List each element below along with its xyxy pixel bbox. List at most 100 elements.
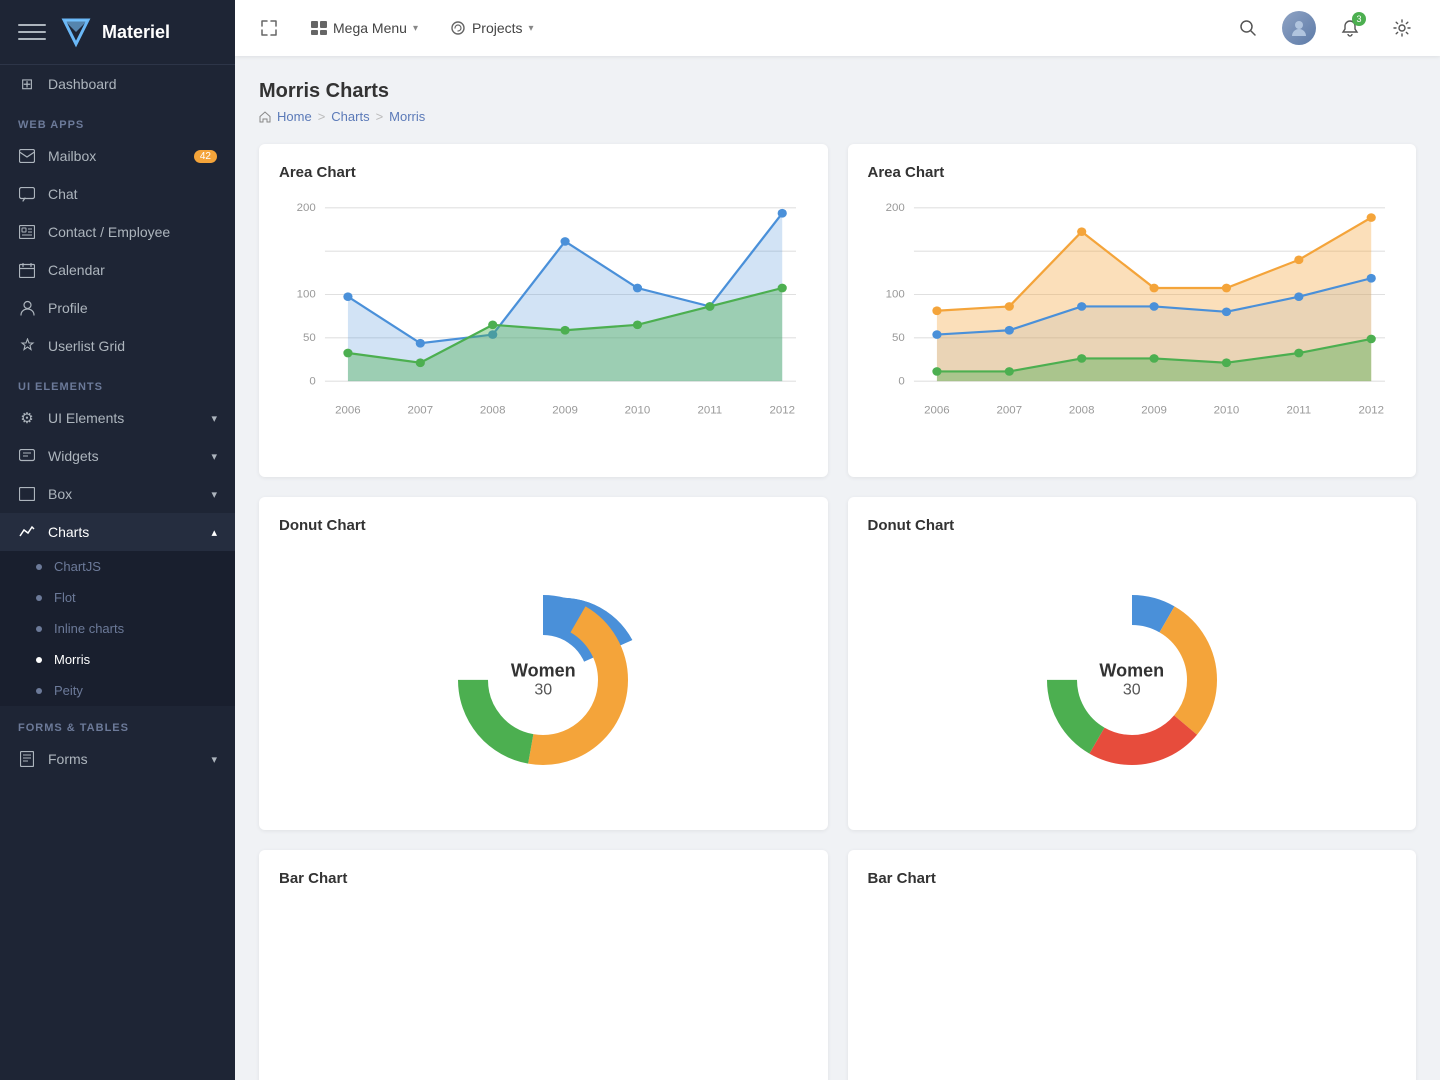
donut-chart-2-card: Donut Chart Women bbox=[848, 497, 1417, 830]
svg-text:0: 0 bbox=[898, 376, 904, 388]
breadcrumb-current: Morris bbox=[389, 109, 425, 124]
sidebar-item-label: Dashboard bbox=[48, 76, 117, 92]
donut-chart-2: Women 30 bbox=[868, 550, 1397, 810]
ui-elements-arrow: ▾ bbox=[211, 412, 217, 425]
area-chart-2: 200 100 50 0 2006 2007 2008 2009 2010 20… bbox=[868, 197, 1397, 457]
settings-button[interactable] bbox=[1384, 10, 1420, 46]
sidebar-item-ui-elements[interactable]: ⚙ UI Elements ▾ bbox=[0, 399, 235, 437]
mega-menu-label: Mega Menu bbox=[333, 20, 407, 36]
sidebar-item-mailbox[interactable]: Mailbox 42 bbox=[0, 137, 235, 175]
svg-text:2009: 2009 bbox=[1141, 405, 1167, 417]
svg-text:2010: 2010 bbox=[625, 405, 651, 417]
svg-text:2006: 2006 bbox=[924, 405, 950, 417]
sub-item-label: Peity bbox=[54, 683, 83, 698]
section-ui-elements: UI Elements bbox=[0, 365, 235, 399]
inline-charts-dot bbox=[36, 626, 42, 632]
svg-text:2007: 2007 bbox=[408, 405, 434, 417]
sidebar-item-widgets[interactable]: Widgets ▾ bbox=[0, 437, 235, 475]
charts-arrow: ▴ bbox=[211, 526, 217, 539]
forms-arrow: ▾ bbox=[211, 753, 217, 766]
sidebar-item-forms[interactable]: Forms ▾ bbox=[0, 740, 235, 778]
sidebar-item-dashboard[interactable]: ⊞ Dashboard bbox=[0, 65, 235, 103]
sidebar-logo: Materiel bbox=[0, 0, 235, 65]
bar-chart-2-title: Bar Chart bbox=[868, 870, 1397, 887]
charts-sub-items: ChartJS Flot Inline charts Morris Peity bbox=[0, 551, 235, 706]
userlist-icon bbox=[18, 337, 36, 355]
svg-text:100: 100 bbox=[297, 289, 316, 301]
box-arrow: ▾ bbox=[211, 488, 217, 501]
area-chart-1: 200 100 50 0 2006 2007 2008 2009 2010 20… bbox=[279, 197, 808, 457]
user-avatar[interactable] bbox=[1282, 11, 1316, 45]
projects-arrow: ▾ bbox=[529, 23, 534, 34]
sidebar-item-box[interactable]: Box ▾ bbox=[0, 475, 235, 513]
area-chart-1-card: Area Chart 200 100 50 0 bbox=[259, 144, 828, 477]
ui-elements-icon: ⚙ bbox=[18, 409, 36, 427]
svg-text:2011: 2011 bbox=[1286, 405, 1311, 417]
contact-icon bbox=[18, 223, 36, 241]
donut-2-label: Women bbox=[1099, 661, 1164, 682]
projects-label: Projects bbox=[472, 20, 523, 36]
topbar: Mega Menu ▾ Projects ▾ 3 bbox=[235, 0, 1440, 56]
sidebar-item-chat[interactable]: Chat bbox=[0, 175, 235, 213]
flot-dot bbox=[36, 595, 42, 601]
mega-menu-icon bbox=[311, 21, 327, 35]
profile-icon bbox=[18, 299, 36, 317]
sidebar-item-label: Chat bbox=[48, 186, 78, 202]
calendar-icon bbox=[18, 261, 36, 279]
section-forms-tables: Forms & Tables bbox=[0, 706, 235, 740]
sub-item-peity[interactable]: Peity bbox=[0, 675, 235, 706]
sidebar-item-contact-employee[interactable]: Contact / Employee bbox=[0, 213, 235, 251]
svg-text:2007: 2007 bbox=[996, 405, 1022, 417]
projects-button[interactable]: Projects ▾ bbox=[438, 14, 546, 42]
sidebar-item-calendar[interactable]: Calendar bbox=[0, 251, 235, 289]
sidebar: Materiel ⊞ Dashboard Web Apps Mailbox 42… bbox=[0, 0, 235, 1080]
sub-item-morris[interactable]: Morris bbox=[0, 644, 235, 675]
svg-text:2011: 2011 bbox=[697, 405, 722, 417]
sidebar-item-label: Forms bbox=[48, 751, 88, 767]
sidebar-item-userlist-grid[interactable]: Userlist Grid bbox=[0, 327, 235, 365]
sidebar-item-label: Contact / Employee bbox=[48, 224, 170, 240]
expand-button[interactable] bbox=[255, 14, 283, 42]
home-icon bbox=[259, 111, 271, 123]
svg-text:100: 100 bbox=[885, 289, 904, 301]
svg-text:50: 50 bbox=[303, 332, 316, 344]
area-chart-2-title: Area Chart bbox=[868, 164, 1397, 181]
sub-item-label: ChartJS bbox=[54, 559, 101, 574]
forms-icon bbox=[18, 750, 36, 768]
donut-1-label: Women bbox=[511, 661, 576, 682]
sidebar-item-profile[interactable]: Profile bbox=[0, 289, 235, 327]
breadcrumb-home[interactable]: Home bbox=[277, 109, 312, 124]
sub-item-label: Morris bbox=[54, 652, 90, 667]
sub-item-flot[interactable]: Flot bbox=[0, 582, 235, 613]
notifications-button[interactable]: 3 bbox=[1332, 10, 1368, 46]
hamburger-button[interactable] bbox=[18, 18, 46, 46]
sidebar-item-charts[interactable]: Charts ▴ bbox=[0, 513, 235, 551]
bar-chart-1-card: Bar Chart Bar chart content loading... bbox=[259, 850, 828, 1080]
svg-text:2006: 2006 bbox=[335, 405, 361, 417]
charts-grid: Area Chart 200 100 50 0 bbox=[259, 144, 1416, 1080]
page-header: Morris Charts Home > Charts > Morris bbox=[259, 80, 1416, 124]
svg-text:2008: 2008 bbox=[480, 405, 506, 417]
donut-chart-2-title: Donut Chart bbox=[868, 517, 1397, 534]
box-icon bbox=[18, 485, 36, 503]
sidebar-item-label: Userlist Grid bbox=[48, 338, 125, 354]
chat-icon bbox=[18, 185, 36, 203]
area-chart-1-title: Area Chart bbox=[279, 164, 808, 181]
peity-dot bbox=[36, 688, 42, 694]
breadcrumb-charts[interactable]: Charts bbox=[331, 109, 369, 124]
mega-menu-button[interactable]: Mega Menu ▾ bbox=[299, 14, 430, 42]
section-web-apps: Web Apps bbox=[0, 103, 235, 137]
svg-text:2009: 2009 bbox=[552, 405, 578, 417]
sub-item-chartjs[interactable]: ChartJS bbox=[0, 551, 235, 582]
sub-item-inline-charts[interactable]: Inline charts bbox=[0, 613, 235, 644]
bar-chart-2-card: Bar Chart Bar chart content loading... bbox=[848, 850, 1417, 1080]
svg-text:0: 0 bbox=[309, 376, 315, 388]
sub-item-label: Flot bbox=[54, 590, 76, 605]
donut-chart-1-title: Donut Chart bbox=[279, 517, 808, 534]
bar-chart-2: Bar chart content loading... bbox=[868, 903, 1397, 1080]
breadcrumb-sep2: > bbox=[376, 109, 384, 124]
topbar-nav: Mega Menu ▾ Projects ▾ bbox=[299, 14, 546, 42]
search-button[interactable] bbox=[1230, 10, 1266, 46]
svg-text:2012: 2012 bbox=[769, 405, 795, 417]
donut-1-center: Women 30 bbox=[511, 661, 576, 700]
